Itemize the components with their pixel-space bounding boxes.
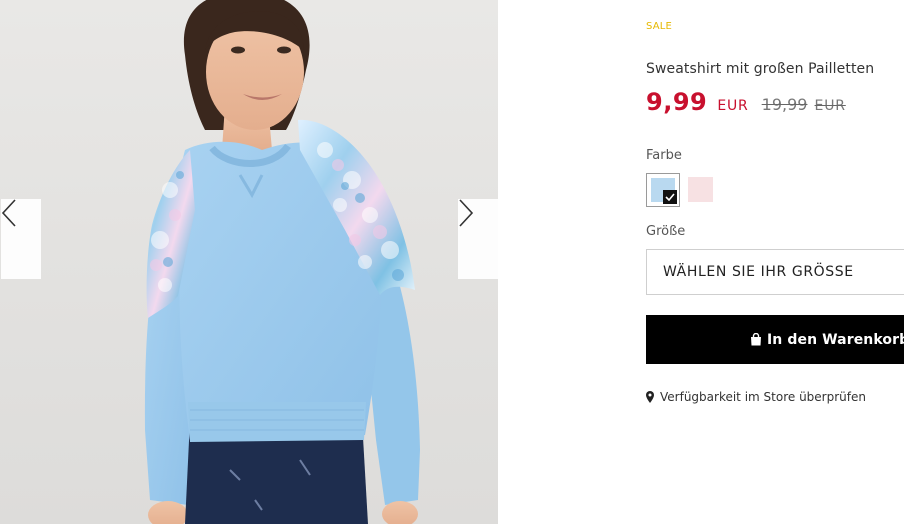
add-to-cart-button[interactable]: In den Warenkorb (646, 315, 904, 364)
sale-price: 9,99 (646, 88, 708, 116)
product-page: SALE Sweatshirt mit großen Pailletten 9,… (0, 0, 904, 524)
price-row: 9,99 EUR 19,99 EUR (646, 88, 846, 116)
size-select-placeholder: WÄHLEN SIE IHR GRÖSSE (663, 264, 854, 280)
gallery-prev-button[interactable] (1, 199, 41, 279)
store-availability-label: Verfügbarkeit im Store überprüfen (660, 390, 866, 404)
color-label: Farbe (646, 148, 682, 163)
color-swatch-selected[interactable] (646, 173, 680, 207)
original-price: 19,99 (761, 95, 808, 114)
add-to-cart-label: In den Warenkorb (767, 331, 904, 348)
color-swatch-pink[interactable] (688, 177, 713, 202)
product-title: Sweatshirt mit großen Pailletten (646, 61, 875, 77)
sale-price-currency: EUR (717, 98, 749, 114)
chevron-right-icon (459, 199, 474, 227)
gallery-next-button[interactable] (458, 199, 498, 279)
product-photo (144, 0, 420, 524)
store-availability-link[interactable]: Verfügbarkeit im Store überprüfen (646, 390, 866, 404)
chevron-left-icon (1, 199, 16, 227)
sale-badge: SALE (646, 21, 673, 32)
map-pin-icon (646, 391, 654, 403)
shopping-bag-icon (750, 333, 762, 346)
product-image-gallery (0, 0, 498, 524)
original-price-currency: EUR (814, 98, 846, 114)
product-info-panel: SALE Sweatshirt mit großen Pailletten 9,… (646, 0, 904, 524)
checkmark-icon (663, 190, 677, 204)
size-select[interactable]: WÄHLEN SIE IHR GRÖSSE (646, 249, 904, 295)
size-label: Größe (646, 224, 686, 239)
